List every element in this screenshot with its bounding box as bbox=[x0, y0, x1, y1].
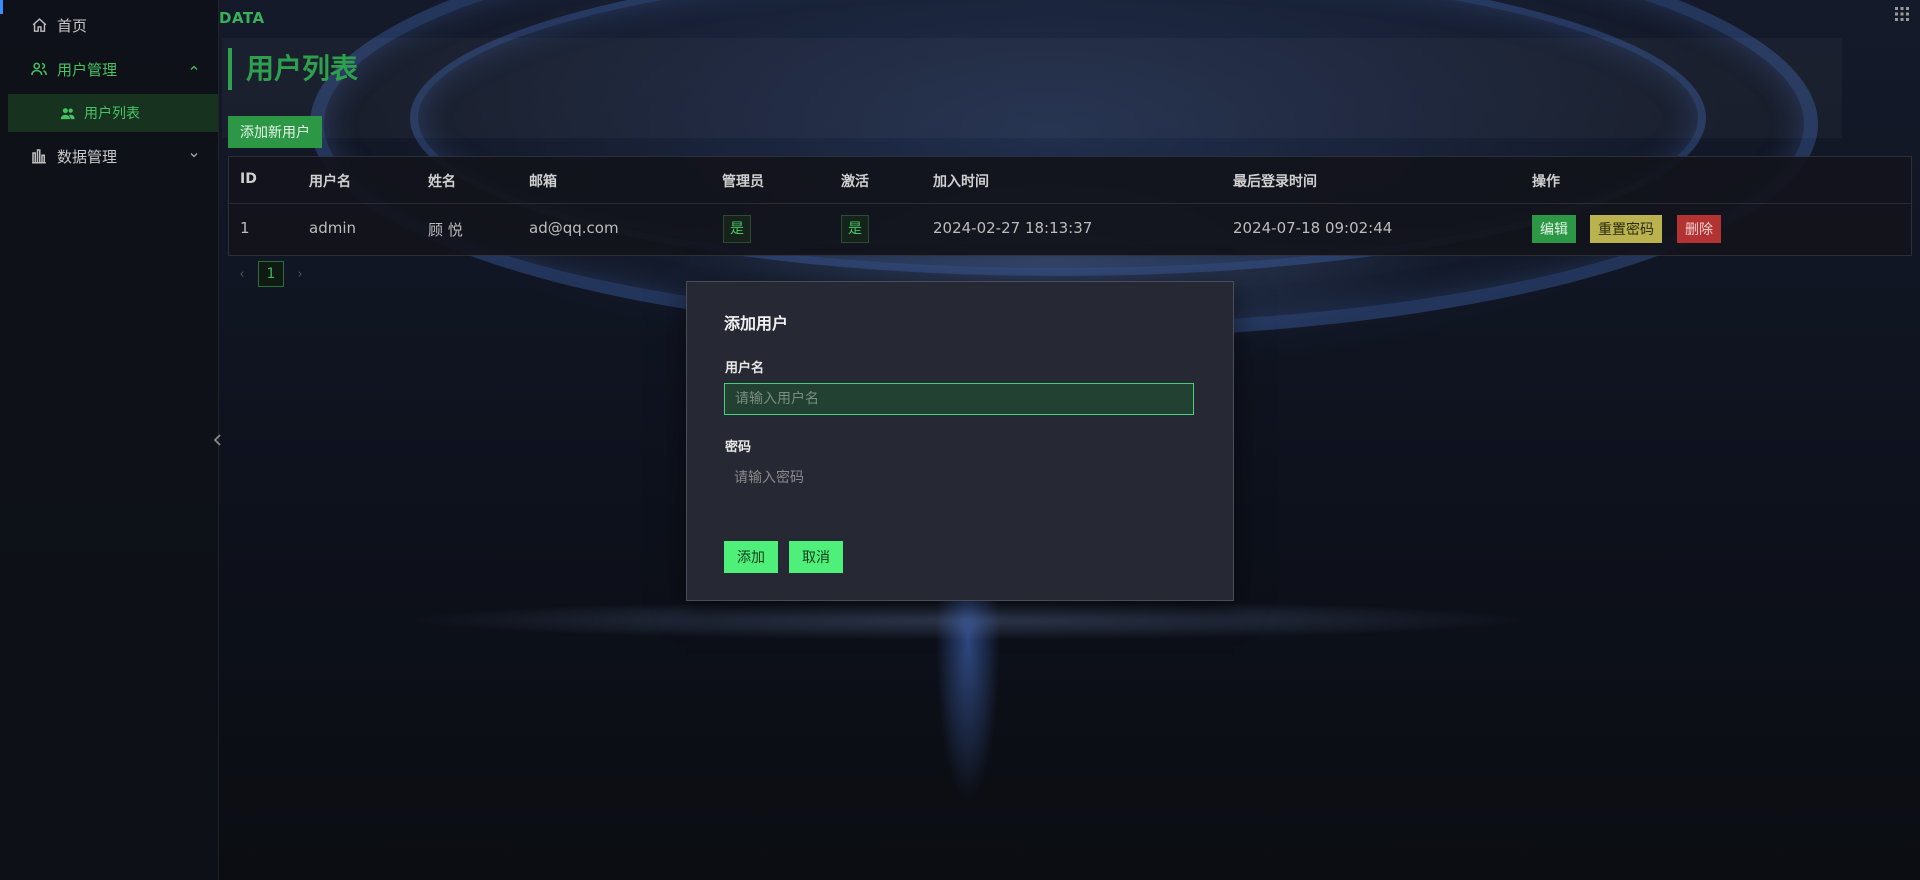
column-header-id[interactable]: ID bbox=[240, 171, 257, 187]
pagination-page-button[interactable]: 1 bbox=[258, 261, 284, 287]
pagination-prev-button[interactable]: ‹ bbox=[228, 267, 256, 282]
cell-joined: 2024-02-27 18:13:37 bbox=[933, 219, 1093, 237]
add-user-button[interactable]: 添加新用户 bbox=[228, 116, 322, 148]
column-header-actions: 操作 bbox=[1532, 174, 1560, 190]
edit-button[interactable]: 编辑 bbox=[1532, 215, 1576, 243]
column-header-username[interactable]: 用户名 bbox=[309, 171, 351, 191]
chevron-left-icon bbox=[213, 434, 221, 446]
column-header-joined[interactable]: 加入时间 bbox=[933, 171, 989, 191]
page-title: 用户列表 bbox=[228, 48, 358, 90]
pagination-next-button[interactable]: › bbox=[286, 267, 314, 282]
password-input[interactable] bbox=[724, 462, 1194, 494]
username-input[interactable] bbox=[724, 383, 1194, 415]
users-icon bbox=[59, 105, 76, 122]
sidebar-item-label: 数据管理 bbox=[57, 147, 118, 166]
dialog-title: 添加用户 bbox=[724, 314, 789, 333]
add-user-dialog: 添加用户 用户名 密码 添加 取消 bbox=[686, 281, 1234, 601]
apps-grid-icon[interactable] bbox=[1894, 6, 1910, 26]
chevron-up-icon bbox=[188, 60, 200, 78]
sidebar-item-user-management[interactable]: 用户管理 bbox=[0, 47, 218, 91]
cell-id: 1 bbox=[240, 219, 250, 237]
user-table: ID 用户名 姓名 邮箱 管理员 激活 加入时间 最后登录时间 操作 1 adm… bbox=[228, 156, 1912, 256]
column-header-email[interactable]: 邮箱 bbox=[529, 171, 557, 191]
reset-password-button[interactable]: 重置密码 bbox=[1590, 215, 1662, 243]
chart-bar-icon bbox=[29, 146, 49, 166]
page-header-panel bbox=[222, 38, 1842, 138]
delete-button[interactable]: 删除 bbox=[1677, 215, 1721, 243]
chevron-down-icon bbox=[188, 147, 200, 165]
active-status-badge: 是 bbox=[841, 215, 869, 243]
submit-button[interactable]: 添加 bbox=[724, 541, 778, 573]
cancel-button[interactable]: 取消 bbox=[789, 541, 843, 573]
table-row: 1 admin 顾 悦 ad@qq.com 是 是 2024-02-27 18:… bbox=[229, 203, 1911, 255]
column-header-admin[interactable]: 管理员 bbox=[722, 171, 764, 191]
cell-email: ad@qq.com bbox=[529, 219, 619, 237]
sidebar-collapse-button[interactable] bbox=[210, 430, 226, 450]
column-header-active[interactable]: 激活 bbox=[841, 171, 869, 191]
sidebar: 首页 用户管理 用户列表 数据管理 bbox=[0, 0, 219, 880]
cell-username: admin bbox=[309, 219, 356, 237]
pagination: ‹ 1 › bbox=[228, 261, 314, 287]
sidebar-item-label: 用户管理 bbox=[57, 60, 118, 79]
cell-last-login: 2024-07-18 09:02:44 bbox=[1233, 219, 1393, 237]
table-header: ID 用户名 姓名 邮箱 管理员 激活 加入时间 最后登录时间 操作 bbox=[229, 157, 1911, 204]
users-icon bbox=[29, 59, 49, 79]
column-header-last-login[interactable]: 最后登录时间 bbox=[1233, 171, 1317, 191]
column-header-name[interactable]: 姓名 bbox=[428, 171, 456, 191]
sidebar-item-home[interactable]: 首页 bbox=[0, 3, 218, 47]
cell-name: 顾 悦 bbox=[428, 221, 463, 239]
home-icon bbox=[29, 15, 49, 35]
password-label: 密码 bbox=[725, 440, 752, 455]
sidebar-item-user-list[interactable]: 用户列表 bbox=[8, 94, 218, 132]
sidebar-item-label: 首页 bbox=[57, 16, 88, 35]
sidebar-item-label: 用户列表 bbox=[84, 106, 140, 122]
admin-status-badge: 是 bbox=[723, 215, 751, 243]
username-label: 用户名 bbox=[725, 361, 765, 376]
sidebar-item-data-management[interactable]: 数据管理 bbox=[0, 134, 218, 178]
brand-logo: DATA bbox=[219, 9, 265, 27]
